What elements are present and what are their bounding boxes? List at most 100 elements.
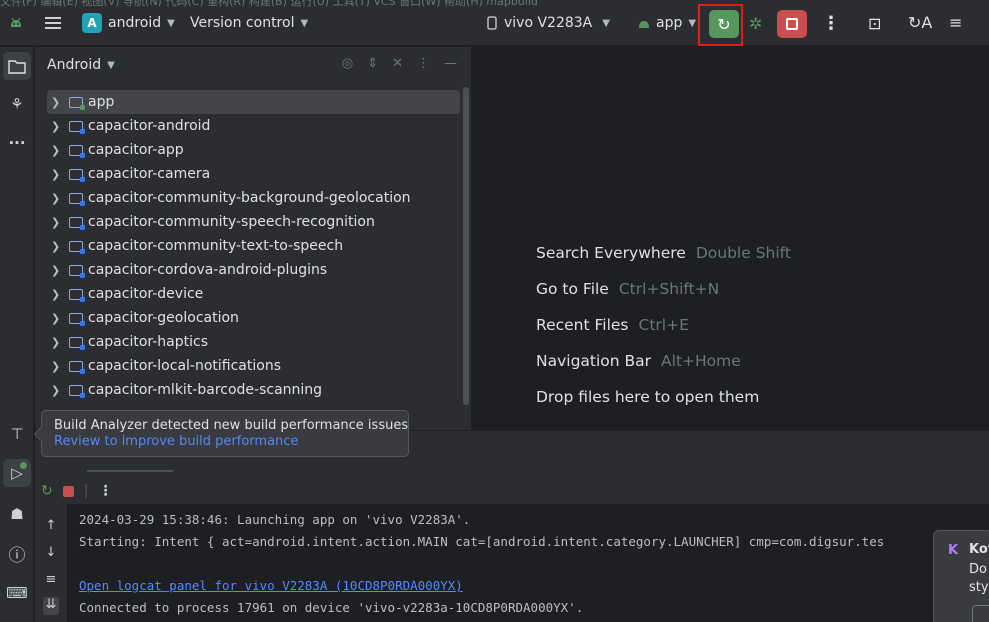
hide-icon[interactable]: —	[444, 56, 457, 71]
chevron-right-icon: ❯	[51, 215, 61, 229]
run-toolbar: ↻ | ⋮	[35, 479, 112, 503]
chevron-right-icon: ❯	[51, 287, 61, 301]
project-view-selector[interactable]: Android ▼	[47, 57, 115, 73]
run-console[interactable]: 2024-03-29 15:38:46: Launching app on 'v…	[67, 504, 989, 622]
kotlin-notification[interactable]: K Kot Do sty	[933, 530, 989, 622]
logcat-icon[interactable]: ☗	[3, 500, 31, 528]
tree-item[interactable]: ❯ capacitor-android	[47, 114, 460, 138]
tree-item[interactable]: ❯ capacitor-local-notifications	[47, 354, 460, 378]
chevron-right-icon: ❯	[51, 143, 61, 157]
hint-navigation-bar: Navigation Bar Alt+Home	[536, 352, 741, 370]
more-options-icon[interactable]: ⋮	[98, 483, 112, 499]
tree-item-label: capacitor-community-speech-recognition	[88, 214, 375, 230]
notification-body: sty	[969, 580, 989, 595]
hint-action: Drop files here to open them	[536, 388, 760, 406]
tree-item[interactable]: ❯ capacitor-cordova-android-plugins	[47, 258, 460, 282]
tree-item[interactable]: ❯ capacitor-camera	[47, 162, 460, 186]
build-variants-icon[interactable]: ⊡	[868, 14, 881, 33]
terminal-icon[interactable]: ⌨	[3, 579, 31, 607]
more-tools-icon[interactable]: ···	[3, 129, 31, 157]
android-icon	[639, 21, 649, 28]
separator: |	[83, 483, 89, 499]
collapse-all-icon[interactable]: ✕	[392, 56, 403, 71]
resource-manager-icon[interactable]: ⚘	[3, 90, 31, 118]
rerun-icon[interactable]: ↻	[41, 483, 53, 499]
tree-item[interactable]: ❯ capacitor-device	[47, 282, 460, 306]
editor-empty-state: Search Everywhere Double Shift Go to File…	[473, 47, 989, 430]
tree-item[interactable]: ❯ capacitor-app	[47, 138, 460, 162]
chevron-right-icon: ❯	[51, 119, 61, 133]
tree-item-label: capacitor-cordova-android-plugins	[88, 262, 328, 278]
arrow-down-icon[interactable]: ↓	[43, 545, 59, 563]
stop-icon	[786, 18, 798, 30]
more-actions-icon[interactable]: ⋮	[822, 13, 840, 34]
run-tab-indicator	[87, 470, 173, 472]
hint-shortcut: Ctrl+Shift+N	[618, 280, 720, 298]
build-hammer-icon[interactable]: ⊤	[3, 420, 31, 448]
project-tree: ❯ app ❯ capacitor-android ❯ capacitor-app ❯…	[47, 90, 460, 402]
debug-bug-icon[interactable]: ✲	[749, 14, 762, 33]
build-analyzer-tooltip: Build Analyzer detected new build perfor…	[33, 410, 409, 457]
vcs-selector[interactable]: Version control ▼	[190, 15, 308, 31]
hint-go-to-file: Go to File Ctrl+Shift+N	[536, 280, 719, 298]
locate-icon[interactable]: ◎	[342, 56, 353, 71]
expand-all-icon[interactable]: ⇕	[367, 56, 378, 71]
console-line: Starting: Intent { act=android.intent.ac…	[79, 534, 885, 549]
tree-item[interactable]: ❯ capacitor-haptics	[47, 330, 460, 354]
module-folder-icon	[69, 192, 85, 206]
scroll-to-end-icon[interactable]: ⇊	[43, 597, 59, 615]
module-folder-icon	[69, 240, 85, 254]
device-selector[interactable]: vivo V2283A ▼	[487, 15, 610, 31]
run-config-selector[interactable]: app ▼	[637, 15, 696, 31]
soft-wrap-icon[interactable]: ≡	[43, 572, 59, 590]
menu-bar-partial: 文件(F) 编辑(E) 视图(V) 导航(N) 代码(C) 重构(R) 构建(B…	[0, 0, 538, 7]
arrow-up-icon[interactable]: ↑	[43, 518, 59, 536]
project-badge: A	[82, 13, 102, 33]
tree-item-label: capacitor-app	[88, 142, 184, 158]
tree-item-label: capacitor-geolocation	[88, 310, 239, 326]
project-panel-toolbar: ◎ ⇕ ✕ ⋮ —	[342, 56, 457, 71]
options-icon[interactable]: ⋮	[417, 56, 430, 71]
phone-icon	[487, 16, 497, 30]
open-logcat-link[interactable]: Open logcat panel for vivo V2283A (10CD8…	[79, 578, 463, 593]
main-menu-icon[interactable]	[45, 14, 61, 32]
android-icon[interactable]	[9, 16, 23, 28]
tree-item-label: capacitor-community-background-geolocati…	[88, 190, 411, 206]
tree-item[interactable]: ❯ capacitor-community-background-geolocat…	[47, 186, 460, 210]
notification-body: Do	[969, 562, 987, 577]
tree-item[interactable]: ❯ capacitor-mlkit-barcode-scanning	[47, 378, 460, 402]
chevron-right-icon: ❯	[51, 95, 61, 109]
tree-item-app[interactable]: ❯ app	[47, 90, 460, 114]
stop-icon[interactable]	[62, 485, 74, 497]
chevron-right-icon: ❯	[51, 311, 61, 325]
run-tool-icon[interactable]: ▷	[3, 459, 31, 487]
hint-shortcut: Alt+Home	[661, 352, 741, 370]
project-panel: Android ▼ ◎ ⇕ ✕ ⋮ — ❯ app ❯ capacitor-andr…	[35, 47, 472, 430]
notification-action-button[interactable]	[972, 605, 989, 622]
settings-sync-icon[interactable]: ≡	[949, 13, 962, 32]
tree-item-label: capacitor-android	[88, 118, 211, 134]
title-bar: 文件(F) 编辑(E) 视图(V) 导航(N) 代码(C) 重构(R) 构建(B…	[0, 0, 989, 46]
chevron-right-icon: ❯	[51, 359, 61, 373]
module-folder-icon	[69, 96, 85, 110]
review-build-link[interactable]: Review to improve build performance	[54, 434, 396, 449]
tree-item[interactable]: ❯ capacitor-community-speech-recognition	[47, 210, 460, 234]
tree-item[interactable]: ❯ capacitor-community-text-to-speech	[47, 234, 460, 258]
module-folder-icon	[69, 312, 85, 326]
module-folder-icon	[69, 360, 85, 374]
chevron-right-icon: ❯	[51, 263, 61, 277]
project-scrollbar[interactable]	[463, 87, 469, 405]
hint-recent-files: Recent Files Ctrl+E	[536, 316, 689, 334]
console-line: Connected to process 17961 on device 'vi…	[79, 600, 584, 615]
tree-item-label: app	[88, 94, 115, 110]
project-selector[interactable]: A android ▼	[82, 13, 175, 33]
project-folder-icon[interactable]	[3, 52, 31, 80]
translate-icon[interactable]: ↻A	[908, 13, 932, 32]
tree-item-label: capacitor-local-notifications	[88, 358, 281, 374]
notification-title: Kot	[969, 542, 989, 557]
hint-action: Navigation Bar	[536, 352, 652, 370]
tree-item[interactable]: ❯ capacitor-geolocation	[47, 306, 460, 330]
stop-button[interactable]	[777, 10, 807, 38]
chevron-right-icon: ❯	[51, 239, 61, 253]
problems-icon[interactable]: ⓘ	[3, 539, 31, 567]
